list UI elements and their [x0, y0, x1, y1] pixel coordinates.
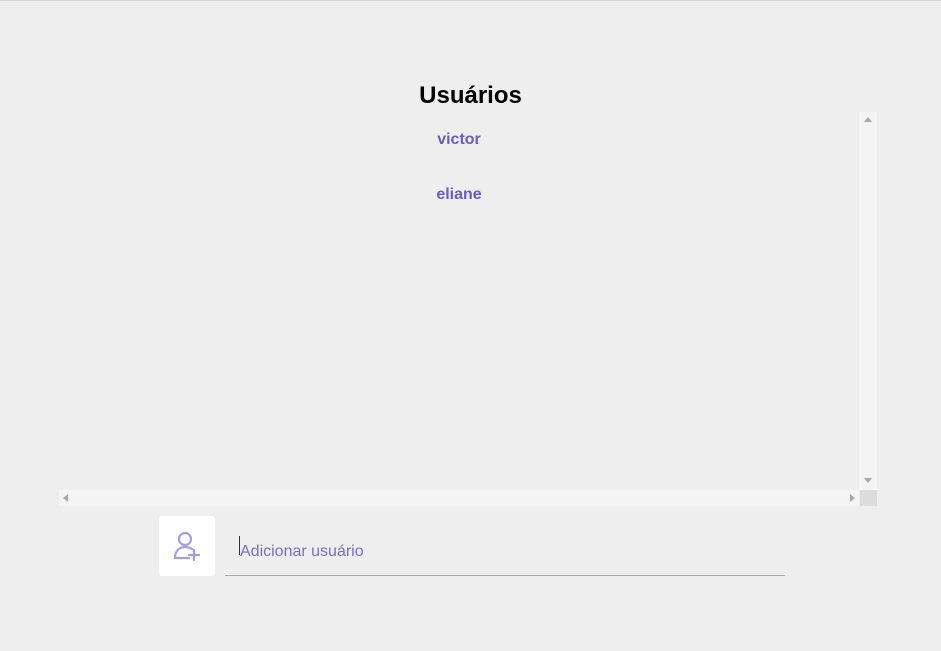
list-item-user[interactable]: victor	[59, 131, 859, 149]
scrollbar-corner	[860, 490, 877, 506]
list-item-user[interactable]: eliane	[59, 186, 859, 204]
user-list[interactable]: victor eliane	[59, 112, 877, 506]
user-plus-icon	[173, 531, 201, 562]
scroll-right-arrow-icon[interactable]	[850, 494, 855, 502]
scroll-up-arrow-icon[interactable]	[864, 117, 872, 122]
page-title: Usuários	[419, 82, 522, 109]
text-caret	[239, 536, 240, 555]
user-name-label[interactable]: victor	[437, 131, 481, 148]
scroll-left-arrow-icon[interactable]	[63, 494, 68, 502]
scroll-down-arrow-icon[interactable]	[864, 478, 872, 483]
add-user-button[interactable]	[159, 516, 215, 576]
user-name-label[interactable]: eliane	[436, 186, 481, 203]
top-border	[0, 0, 941, 1]
add-user-input[interactable]	[225, 528, 785, 576]
horizontal-scrollbar[interactable]	[59, 490, 859, 506]
vertical-scrollbar[interactable]	[859, 112, 877, 490]
